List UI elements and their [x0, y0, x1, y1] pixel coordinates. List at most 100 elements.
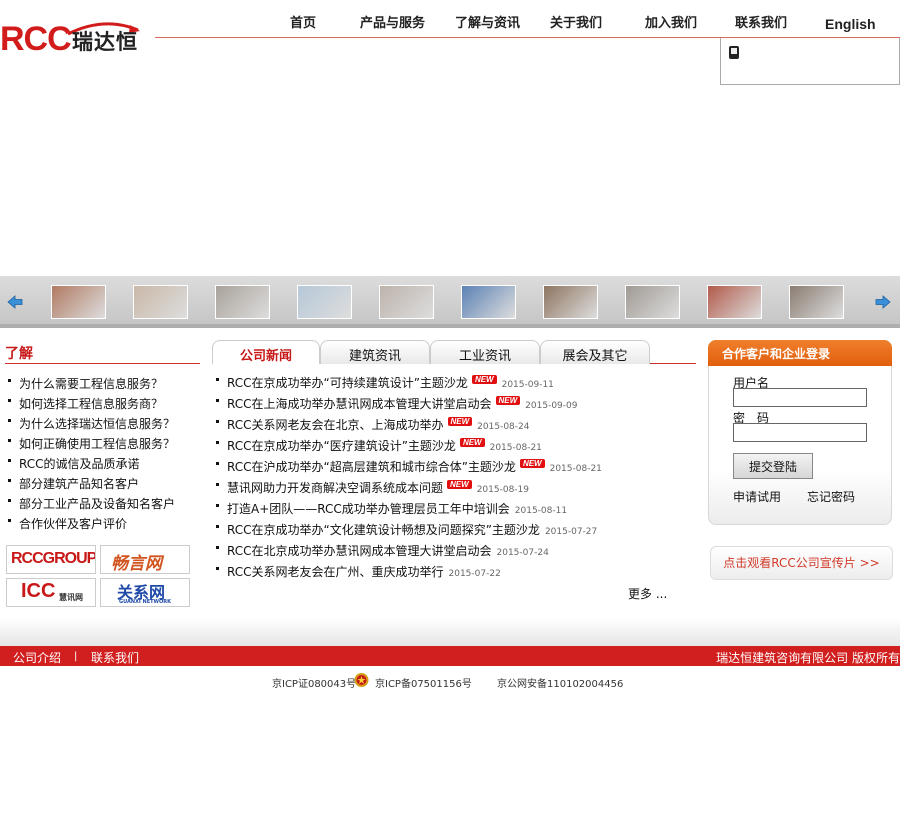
list-item[interactable]: RCC的诚信及品质承诺 — [8, 456, 175, 476]
forgot-password-link[interactable]: 忘记密码 — [807, 488, 855, 505]
bullet-icon — [216, 399, 219, 402]
bullet-icon — [216, 420, 219, 423]
list-item[interactable]: 合作伙伴及客户评价 — [8, 516, 175, 536]
bullet-icon — [216, 546, 219, 549]
faq-list: 为什么需要工程信息服务？ 如何选择工程信息服务商？ 为什么选择瑞达恒信息服务？ … — [8, 376, 175, 536]
bullet-icon — [8, 399, 11, 402]
bullet-icon — [8, 439, 11, 442]
main-nav: 首页 产品与服务 了解与资讯 关于我们 加入我们 联系我们 English — [155, 14, 900, 38]
tab-company-news[interactable]: 公司新闻 — [212, 340, 320, 364]
new-badge: NEW — [495, 396, 521, 405]
thumbnail[interactable] — [707, 285, 762, 319]
footer-bar: 公司介绍 | 联系我们 瑞达恒建筑咨询有限公司 版权所有 — [0, 646, 900, 666]
bullet-icon — [216, 483, 219, 486]
thumbnail[interactable] — [543, 285, 598, 319]
footer-shade — [0, 618, 900, 646]
tab-industry-news[interactable]: 工业资讯 — [430, 340, 540, 364]
brand-icc[interactable]: ICC 慧讯网 — [6, 578, 96, 607]
thumbnail[interactable] — [133, 285, 188, 319]
nav-products[interactable]: 产品与服务 — [360, 14, 425, 34]
bullet-icon — [8, 499, 11, 502]
thumbnail[interactable] — [461, 285, 516, 319]
list-item[interactable]: 如何选择工程信息服务商？ — [8, 396, 175, 416]
new-badge: NEW — [459, 438, 485, 447]
bullet-icon — [216, 525, 219, 528]
nav-news[interactable]: 了解与资讯 — [455, 14, 520, 34]
nav-join[interactable]: 加入我们 — [645, 14, 697, 34]
logo-mark: RCC — [0, 20, 72, 58]
new-badge: NEW — [447, 417, 473, 426]
news-item[interactable]: RCC在上海成功举办慧讯网成本管理大讲堂启动会 NEW2015-09-09 — [216, 395, 602, 416]
phone-icon — [729, 46, 739, 59]
login-title: 合作客户和企业登录 — [708, 340, 892, 366]
news-item[interactable]: RCC在京成功举办“文化建筑设计畅想及问题探究”主题沙龙 2015-07-27 — [216, 521, 602, 542]
news-item[interactable]: RCC关系网老友会在广州、重庆成功举行 2015-07-22 — [216, 563, 602, 584]
icp-license[interactable]: 京ICP证080043号 — [272, 675, 356, 690]
thumbnail[interactable] — [51, 285, 106, 319]
password-input[interactable] — [733, 423, 867, 442]
arrow-right-icon[interactable] — [874, 293, 892, 311]
news-list: RCC在京成功举办“可持续建筑设计”主题沙龙 NEW2015-09-11 RCC在… — [216, 374, 602, 584]
trial-link[interactable]: 申请试用 — [733, 488, 781, 505]
username-input[interactable] — [733, 388, 867, 407]
nav-english[interactable]: English — [825, 14, 876, 34]
thumbnail[interactable] — [789, 285, 844, 319]
bullet-icon — [8, 519, 11, 522]
thumbnail[interactable] — [215, 285, 270, 319]
nav-about[interactable]: 关于我们 — [550, 14, 602, 34]
divider — [5, 363, 200, 364]
footer-link-contact[interactable]: 联系我们 — [91, 649, 139, 666]
new-badge: NEW — [471, 375, 497, 384]
bullet-icon — [8, 459, 11, 462]
bullet-icon — [216, 567, 219, 570]
list-item[interactable]: 部分工业产品及设备知名客户 — [8, 496, 175, 516]
more-link[interactable]: 更多 ... — [628, 585, 667, 602]
footer-link-about[interactable]: 公司介绍 — [13, 649, 61, 666]
list-item[interactable]: 为什么需要工程信息服务？ — [8, 376, 175, 396]
public-security-record[interactable]: 京公网安备110102004456 — [497, 675, 623, 690]
news-item[interactable]: RCC在北京成功举办慧讯网成本管理大讲堂启动会 2015-07-24 — [216, 542, 602, 563]
news-item[interactable]: 打造A+团队——RCC成功举办管理层员工年中培训会 2015-08-11 — [216, 500, 602, 521]
news-item[interactable]: RCC在京成功举办“医疗建筑设计”主题沙龙 NEW2015-08-21 — [216, 437, 602, 458]
news-item[interactable]: RCC关系网老友会在北京、上海成功举办 NEW2015-08-24 — [216, 416, 602, 437]
list-item[interactable]: 如何正确使用工程信息服务？ — [8, 436, 175, 456]
news-item[interactable]: 慧讯网助力开发商解决空调系统成本问题 NEW2015-08-19 — [216, 479, 602, 500]
thumbnail[interactable] — [297, 285, 352, 319]
news-item[interactable]: RCC在京成功举办“可持续建筑设计”主题沙龙 NEW2015-09-11 — [216, 374, 602, 395]
brand-changyan[interactable]: 畅言网 — [100, 545, 190, 574]
bullet-icon — [216, 504, 219, 507]
tab-exhibition[interactable]: 展会及其它 — [540, 340, 650, 364]
photo-strip — [0, 276, 900, 328]
footer-separator: | — [74, 651, 78, 662]
tab-building-news[interactable]: 建筑资讯 — [320, 340, 430, 364]
bullet-icon — [8, 379, 11, 382]
brand-guanxi[interactable]: 关系网 GUANXI NETWORK — [100, 578, 190, 607]
new-badge: NEW — [519, 459, 545, 468]
thumbnail[interactable] — [625, 285, 680, 319]
new-badge: NEW — [447, 480, 472, 489]
copyright-text: 瑞达恒建筑咨询有限公司 版权所有 — [716, 651, 900, 665]
list-item[interactable]: 为什么选择瑞达恒信息服务？ — [8, 416, 175, 436]
bullet-icon — [8, 419, 11, 422]
login-panel: 合作客户和企业登录 用户名 密 码 提交登陆 申请试用 忘记密码 — [708, 340, 892, 525]
brand-rccgroup[interactable]: RCCGROUP — [6, 545, 96, 574]
icp-record[interactable]: 京ICP备07501156号 — [375, 675, 472, 690]
bullet-icon — [216, 441, 219, 444]
submit-login-button[interactable]: 提交登陆 — [733, 453, 813, 479]
promo-video-button[interactable]: 点击观看RCC公司宣传片 >> — [710, 546, 893, 580]
bullet-icon — [216, 378, 219, 381]
left-section-title: 了解 — [5, 346, 33, 362]
nav-home[interactable]: 首页 — [290, 14, 316, 34]
bullet-icon — [216, 462, 219, 465]
rcc-logo[interactable]: RCC 瑞达恒 — [0, 18, 145, 62]
bullet-icon — [8, 479, 11, 482]
news-item[interactable]: RCC在沪成功举办“超高层建筑和城市综合体”主题沙龙 NEW2015-08-21 — [216, 458, 602, 479]
nav-contact[interactable]: 联系我们 — [735, 14, 787, 34]
news-tabs: 公司新闻 建筑资讯 工业资讯 展会及其它 — [212, 340, 696, 364]
thumbnail[interactable] — [379, 285, 434, 319]
police-emblem-icon — [354, 673, 369, 687]
list-item[interactable]: 部分建筑产品知名客户 — [8, 476, 175, 496]
arrow-left-icon[interactable] — [6, 293, 24, 311]
logo-name: 瑞达恒 — [72, 30, 138, 54]
contact-dropdown — [720, 38, 900, 85]
